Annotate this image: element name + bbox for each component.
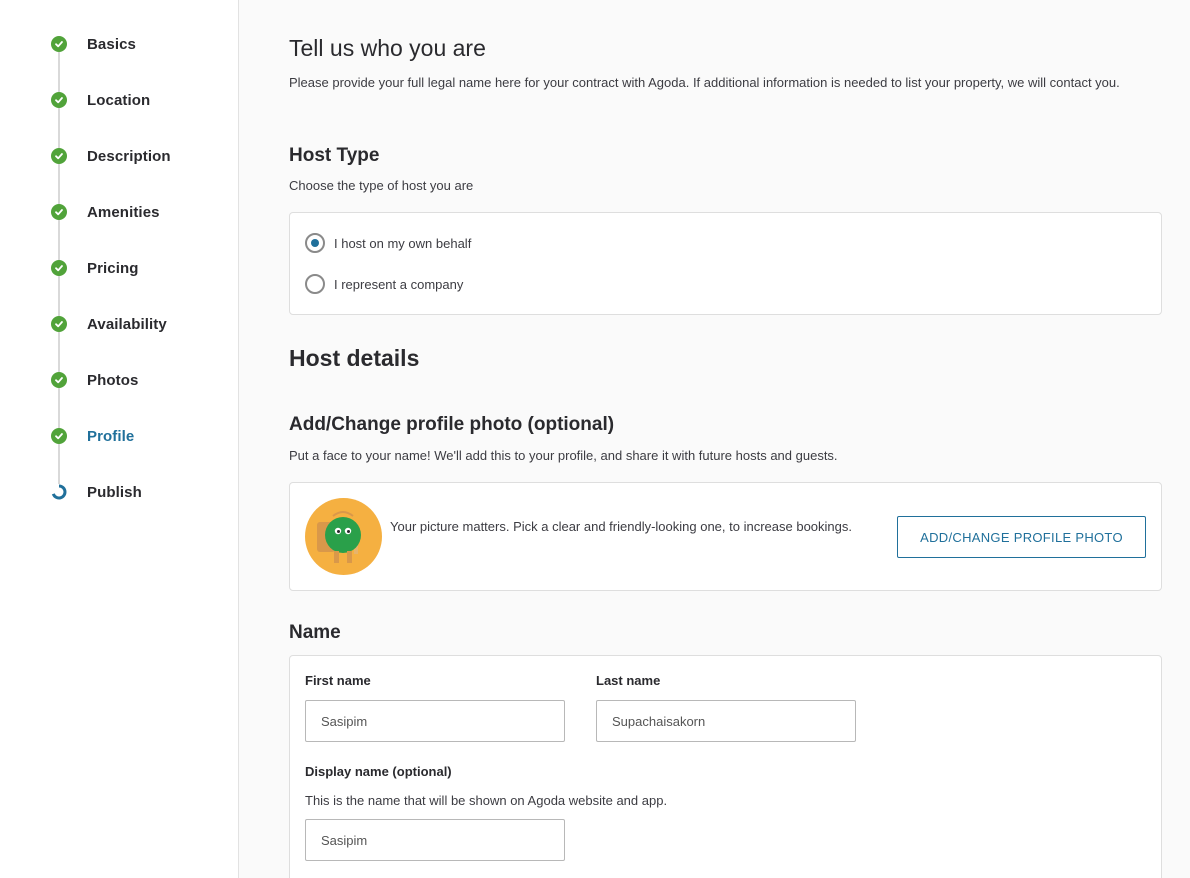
sidebar-item-pricing[interactable]: Pricing [0, 240, 238, 296]
host-type-heading: Host Type [289, 145, 380, 166]
host-details-heading: Host details [289, 345, 420, 371]
name-heading: Name [289, 622, 341, 643]
avatar-illustration [305, 498, 382, 575]
check-icon [51, 372, 67, 388]
last-name-label: Last name [596, 673, 661, 688]
sidebar-item-label: Location [87, 91, 151, 109]
sidebar-item-label: Description [87, 147, 171, 165]
sidebar-steps: Basics Location Description Amenities Pr… [0, 0, 239, 878]
profile-photo-subtitle: Put a face to your name! We'll add this … [289, 448, 838, 463]
page-title: Tell us who you are [289, 35, 486, 61]
check-icon [51, 260, 67, 276]
radio-own-behalf[interactable]: I host on my own behalf [305, 233, 471, 253]
last-name-input[interactable] [596, 700, 856, 742]
sidebar-item-label: Photos [87, 371, 139, 389]
radio-label: I host on my own behalf [334, 235, 472, 251]
sidebar-item-amenities[interactable]: Amenities [0, 184, 238, 240]
intro-text: Please provide your full legal name here… [289, 75, 1120, 90]
sidebar-item-label: Basics [87, 35, 136, 53]
radio-button-selected[interactable] [305, 233, 325, 253]
sidebar-item-photos[interactable]: Photos [0, 352, 238, 408]
sidebar-item-label: Pricing [87, 259, 139, 277]
sidebar-item-label: Availability [87, 315, 167, 333]
check-icon [51, 148, 67, 164]
radio-label: I represent a company [334, 276, 464, 292]
profile-photo-card: Your picture matters. Pick a clear and f… [289, 482, 1162, 591]
sidebar-item-description[interactable]: Description [0, 128, 238, 184]
profile-photo-tip: Your picture matters. Pick a clear and f… [390, 519, 852, 534]
sidebar-item-basics[interactable]: Basics [0, 16, 238, 72]
sidebar-item-publish[interactable]: Publish [0, 464, 238, 520]
display-name-help: This is the name that will be shown on A… [305, 793, 668, 808]
sidebar-item-profile[interactable]: Profile [0, 408, 238, 464]
progress-ring-icon [51, 484, 67, 500]
first-name-label: First name [305, 673, 371, 688]
host-type-card: I host on my own behalf I represent a co… [289, 212, 1162, 315]
check-icon [51, 204, 67, 220]
first-name-input[interactable] [305, 700, 565, 742]
check-icon [51, 428, 67, 444]
radio-represent-company[interactable]: I represent a company [305, 274, 463, 294]
sidebar-item-label: Profile [87, 427, 135, 445]
radio-button[interactable] [305, 274, 325, 294]
host-type-subtitle: Choose the type of host you are [289, 178, 474, 193]
add-change-photo-button[interactable]: ADD/CHANGE PROFILE PHOTO [897, 516, 1146, 558]
check-icon [51, 316, 67, 332]
check-icon [51, 36, 67, 52]
name-card: First name Last name Display name (optio… [289, 655, 1162, 878]
sidebar-item-label: Publish [87, 483, 142, 501]
check-icon [51, 92, 67, 108]
sidebar-item-availability[interactable]: Availability [0, 296, 238, 352]
display-name-label: Display name (optional) [305, 764, 452, 779]
display-name-input[interactable] [305, 819, 565, 861]
sidebar-item-location[interactable]: Location [0, 72, 238, 128]
sidebar-item-label: Amenities [87, 203, 160, 221]
profile-photo-heading: Add/Change profile photo (optional) [289, 414, 615, 435]
